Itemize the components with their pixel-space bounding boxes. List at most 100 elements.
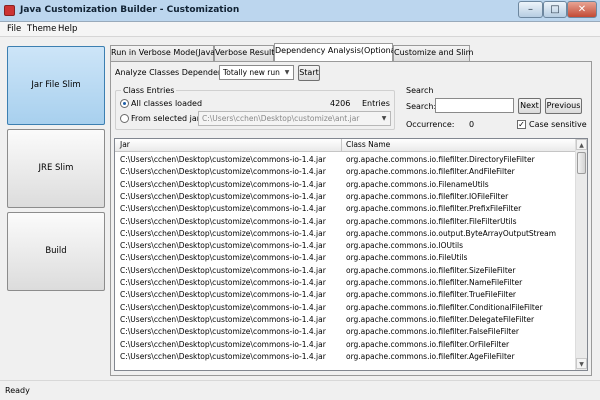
table-row[interactable]: C:\Users\cchen\Desktop\customize\commons… — [115, 240, 575, 252]
jre-slim-button[interactable]: JRE Slim — [7, 129, 105, 208]
class-name-cell: org.apache.commons.io.IOUtils — [346, 241, 464, 251]
jar-cell: C:\Users\cchen\Desktop\customize\commons… — [120, 278, 326, 287]
table-row[interactable]: C:\Users\cchen\Desktop\customize\commons… — [115, 154, 575, 166]
close-button[interactable]: ✕ — [567, 1, 597, 18]
class-name-cell: org.apache.commons.io.filefilter.AndFile… — [346, 167, 515, 177]
tab-customize-slim[interactable]: Customize and Slim — [393, 45, 473, 61]
search-title: Search — [406, 86, 434, 95]
arrow-down-icon[interactable]: ▼ — [576, 358, 587, 369]
title-bar: Java Customization Builder - Customizati… — [0, 0, 600, 22]
minimize-button[interactable]: – — [518, 1, 543, 18]
class-name-cell: org.apache.commons.io.filefilter.AgeFile… — [346, 351, 515, 361]
tab-verbose-result[interactable]: Verbose Result — [214, 45, 274, 61]
class-name-cell: org.apache.commons.io.filefilter.FalseFi… — [346, 327, 519, 337]
table-row[interactable]: C:\Users\cchen\Desktop\customize\commons… — [115, 228, 575, 240]
build-button[interactable]: Build — [7, 212, 105, 291]
jar-cell: C:\Users\cchen\Desktop\customize\commons… — [120, 327, 326, 337]
class-name-cell: org.apache.commons.io.filefilter.FileFil… — [346, 216, 517, 226]
all-classes-label: All classes loaded — [131, 99, 203, 108]
class-name-cell: org.apache.commons.io.FileUtils — [346, 253, 468, 263]
table-row[interactable]: C:\Users\cchen\Desktop\customize\commons… — [115, 216, 575, 228]
window-title: Java Customization Builder - Customizati… — [20, 5, 240, 15]
arrow-up-icon[interactable]: ▲ — [576, 139, 587, 150]
column-header-jar[interactable]: Jar — [120, 140, 130, 149]
jar-cell: C:\Users\cchen\Desktop\customize\commons… — [120, 290, 326, 300]
class-name-cell: org.apache.commons.io.filefilter.IOFileF… — [346, 191, 509, 201]
class-name-cell: org.apache.commons.io.filefilter.TrueFil… — [346, 290, 517, 300]
column-divider[interactable] — [341, 139, 342, 152]
jar-cell: C:\Users\cchen\Desktop\customize\commons… — [120, 216, 326, 226]
jar-cell: C:\Users\cchen\Desktop\customize\commons… — [120, 265, 326, 275]
status-bar: Ready — [0, 380, 600, 400]
table-row[interactable]: C:\Users\cchen\Desktop\customize\commons… — [115, 191, 575, 203]
menu-file[interactable]: File — [7, 24, 21, 34]
menu-theme[interactable]: Theme — [27, 24, 56, 34]
jar-path-value: C:\Users\cchen\Desktop\customize\ant.jar — [202, 114, 360, 123]
all-classes-radio[interactable] — [120, 99, 129, 108]
previous-button[interactable]: Previous — [545, 98, 582, 114]
table-row[interactable]: C:\Users\cchen\Desktop\customize\commons… — [115, 166, 575, 178]
class-name-cell: org.apache.commons.io.filefilter.SizeFil… — [346, 265, 516, 275]
entries-unit: Entries — [362, 99, 390, 108]
table-row[interactable]: C:\Users\cchen\Desktop\customize\commons… — [115, 265, 575, 277]
table-row[interactable]: C:\Users\cchen\Desktop\customize\commons… — [115, 179, 575, 191]
jar-cell: C:\Users\cchen\Desktop\customize\commons… — [120, 204, 326, 214]
case-sensitive-label: Case sensitive — [529, 120, 587, 129]
column-header-class-name[interactable]: Class Name — [346, 140, 390, 149]
jar-cell: C:\Users\cchen\Desktop\customize\commons… — [120, 228, 326, 238]
table-row[interactable]: C:\Users\cchen\Desktop\customize\commons… — [115, 203, 575, 215]
jar-path-select[interactable]: C:\Users\cchen\Desktop\customize\ant.jar… — [198, 111, 391, 126]
from-jar-label: From selected jar — [131, 114, 201, 123]
case-sensitive-checkbox[interactable]: ✓ — [517, 120, 526, 129]
class-name-cell: org.apache.commons.io.filefilter.Delegat… — [346, 314, 535, 324]
occurrence-value: 0 — [469, 120, 475, 129]
class-name-cell: org.apache.commons.io.filefilter.PrefixF… — [346, 204, 522, 214]
table-row[interactable]: C:\Users\cchen\Desktop\customize\commons… — [115, 326, 575, 338]
jar-cell: C:\Users\cchen\Desktop\customize\commons… — [120, 339, 326, 349]
tab-dependency-analysis[interactable]: Dependency Analysis(Optional) — [274, 43, 401, 62]
class-name-cell: org.apache.commons.io.filefilter.Directo… — [346, 155, 535, 164]
chevron-down-icon: ▼ — [284, 69, 290, 76]
jar-cell: C:\Users\cchen\Desktop\customize\commons… — [120, 302, 326, 312]
jar-cell: C:\Users\cchen\Desktop\customize\commons… — [120, 167, 326, 177]
table-row[interactable]: C:\Users\cchen\Desktop\customize\commons… — [115, 339, 575, 351]
search-input[interactable] — [435, 98, 514, 113]
table-row[interactable]: C:\Users\cchen\Desktop\customize\commons… — [115, 252, 575, 264]
jar-cell: C:\Users\cchen\Desktop\customize\commons… — [120, 179, 326, 189]
class-name-cell: org.apache.commons.io.filefilter.OrFileF… — [346, 339, 510, 349]
table-row[interactable]: C:\Users\cchen\Desktop\customize\commons… — [115, 289, 575, 301]
jar-cell: C:\Users\cchen\Desktop\customize\commons… — [120, 241, 326, 251]
class-name-cell: org.apache.commons.io.filefilter.NameFil… — [346, 278, 523, 287]
entries-count: 4206 — [330, 99, 351, 108]
tab-verbose-mode[interactable]: Run in Verbose Mode(Java) — [110, 45, 218, 61]
search-label: Search: — [406, 102, 437, 111]
analyze-mode-select[interactable]: Totally new run ▼ — [219, 65, 294, 80]
class-name-cell: org.apache.commons.io.output.ByteArrayOu… — [346, 228, 557, 238]
analyze-mode-value: Totally new run — [223, 68, 280, 77]
start-button[interactable]: Start — [298, 65, 320, 81]
table-row[interactable]: C:\Users\cchen\Desktop\customize\commons… — [115, 351, 575, 363]
jar-cell: C:\Users\cchen\Desktop\customize\commons… — [120, 253, 326, 263]
class-name-cell: org.apache.commons.io.FilenameUtils — [346, 179, 489, 189]
table-row[interactable]: C:\Users\cchen\Desktop\customize\commons… — [115, 277, 575, 289]
app-icon — [4, 5, 15, 16]
class-entries-title: Class Entries — [121, 86, 177, 95]
menu-bar: File Theme Help — [0, 22, 600, 37]
analyze-label: Analyze Classes Dependency — [115, 68, 233, 77]
menu-help[interactable]: Help — [58, 24, 77, 34]
table-row[interactable]: C:\Users\cchen\Desktop\customize\commons… — [115, 314, 575, 326]
jar-file-slim-button[interactable]: Jar File Slim — [7, 46, 105, 125]
table-row[interactable]: C:\Users\cchen\Desktop\customize\commons… — [115, 302, 575, 314]
from-jar-radio[interactable] — [120, 114, 129, 123]
jar-cell: C:\Users\cchen\Desktop\customize\commons… — [120, 191, 326, 201]
next-button[interactable]: Next — [518, 98, 541, 114]
table-header: Jar Class Name — [115, 139, 575, 152]
jar-cell: C:\Users\cchen\Desktop\customize\commons… — [120, 314, 326, 324]
jar-cell: C:\Users\cchen\Desktop\customize\commons… — [120, 351, 326, 361]
chevron-down-icon: ▼ — [381, 115, 387, 122]
scrollbar-thumb[interactable] — [577, 152, 586, 174]
table-scrollbar[interactable]: ▲ ▼ — [575, 139, 587, 370]
status-text: Ready — [5, 386, 30, 395]
maximize-button[interactable]: □ — [543, 1, 567, 18]
class-table: Jar Class Name C:\Users\cchen\Desktop\cu… — [114, 138, 588, 371]
